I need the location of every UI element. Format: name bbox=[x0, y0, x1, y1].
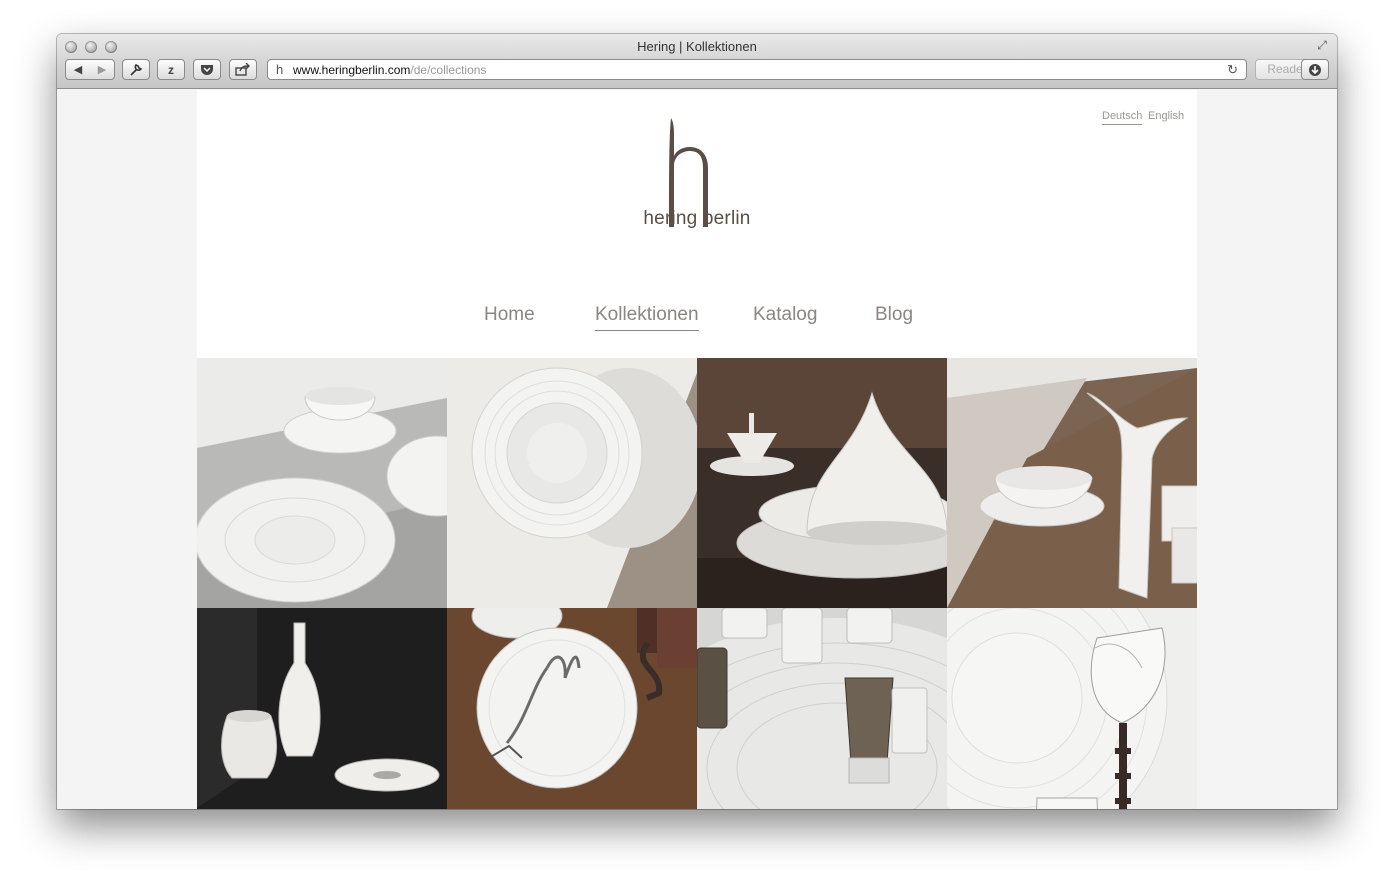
gallery-tile[interactable] bbox=[447, 608, 697, 809]
gallery-tile[interactable] bbox=[447, 358, 697, 608]
collection-photo-stemmed-glasses bbox=[947, 608, 1197, 809]
web-page: Deutsch English hering berlin Home Kolle… bbox=[197, 90, 1197, 809]
collection-photo-tureen bbox=[697, 358, 947, 608]
browser-toolbar: Hering | Kollektionen ⤢ ◀ ▶ z h www.herin… bbox=[57, 34, 1337, 89]
gallery-tile[interactable] bbox=[697, 608, 947, 809]
language-deutsch-link[interactable]: Deutsch bbox=[1102, 110, 1143, 125]
downloads-icon[interactable] bbox=[1301, 59, 1329, 80]
gallery-tile[interactable] bbox=[697, 358, 947, 608]
url-host: www.heringberlin.com bbox=[293, 63, 411, 77]
browser-window: Hering | Kollektionen ⤢ ◀ ▶ z h www.herin… bbox=[57, 34, 1337, 809]
collection-photo-glasses bbox=[697, 608, 947, 809]
collection-gallery bbox=[197, 358, 1197, 809]
collection-photo-steel-counter bbox=[197, 358, 447, 608]
site-favicon-icon: h bbox=[276, 62, 284, 77]
nav-blog-link[interactable]: Blog bbox=[875, 304, 913, 326]
address-bar[interactable]: h www.heringberlin.com/de/collections ↻ bbox=[267, 59, 1247, 80]
gallery-tile[interactable] bbox=[947, 608, 1197, 809]
url-text[interactable]: www.heringberlin.com/de/collections bbox=[293, 63, 486, 77]
forward-arrow-icon[interactable]: ▶ bbox=[98, 63, 106, 76]
nav-home-link[interactable]: Home bbox=[484, 304, 535, 326]
collection-photo-walnut-table bbox=[447, 608, 697, 809]
reload-icon[interactable]: ↻ bbox=[1227, 62, 1238, 78]
nav-katalog-link[interactable]: Katalog bbox=[753, 304, 817, 326]
back-forward-buttons[interactable]: ◀ ▶ bbox=[65, 59, 115, 80]
url-path: /de/collections bbox=[410, 63, 487, 77]
fullscreen-icon[interactable]: ⤢ bbox=[1315, 38, 1329, 52]
brand-name[interactable]: hering berlin bbox=[197, 208, 1197, 230]
collection-photo-ribbed-plate bbox=[447, 358, 697, 608]
nav-kollektionen-link[interactable]: Kollektionen bbox=[595, 304, 699, 331]
pocket-icon[interactable] bbox=[193, 59, 221, 80]
back-arrow-icon[interactable]: ◀ bbox=[74, 63, 82, 76]
gallery-tile[interactable] bbox=[947, 358, 1197, 608]
zotero-icon[interactable]: z bbox=[157, 59, 185, 80]
gallery-tile[interactable] bbox=[197, 608, 447, 809]
collection-photo-pitcher bbox=[947, 358, 1197, 608]
share-icon[interactable] bbox=[229, 59, 257, 80]
window-title: Hering | Kollektionen bbox=[637, 39, 757, 54]
collection-photo-vases bbox=[197, 608, 447, 809]
wrench-icon[interactable] bbox=[122, 59, 150, 80]
gallery-tile[interactable] bbox=[197, 358, 447, 608]
language-english-link[interactable]: English bbox=[1148, 110, 1184, 122]
